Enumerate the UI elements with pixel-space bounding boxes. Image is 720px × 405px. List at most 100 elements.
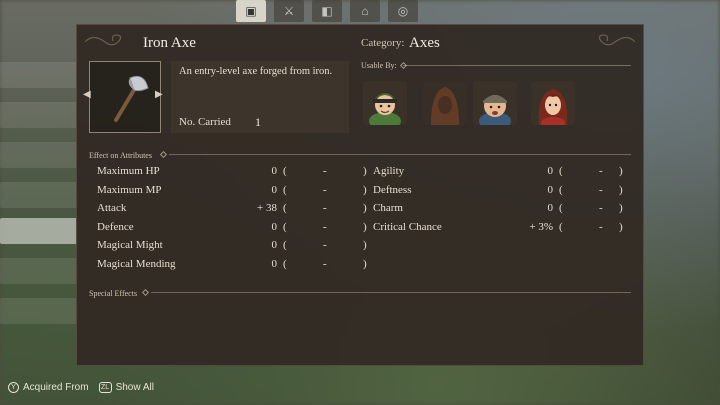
- attribute-name: Maximum MP: [97, 183, 162, 196]
- show-all-label: Show All: [115, 382, 154, 393]
- carried-label: No. Carried: [179, 116, 231, 128]
- portrait-hero-green-hat: [363, 81, 407, 125]
- item-description: An entry-level axe forged from iron.: [179, 66, 333, 77]
- acquired-from-hint[interactable]: Y Acquired From: [8, 382, 89, 393]
- paren-open: (: [559, 220, 563, 233]
- attribute-delta: -: [599, 165, 603, 177]
- attribute-row: Critical Chance + 3% ( -): [373, 221, 629, 237]
- paren-close: ): [363, 165, 367, 177]
- attribute-delta: -: [323, 165, 327, 177]
- category-value: Axes: [409, 35, 440, 51]
- prev-item-arrow-icon[interactable]: ◀: [83, 89, 91, 100]
- bg-menu-item: [0, 258, 78, 284]
- ornament-swirl-icon: [84, 34, 122, 46]
- diamond-icon: [159, 150, 168, 159]
- diamond-icon: [141, 288, 150, 297]
- attribute-name: Defence: [97, 220, 134, 233]
- attribute-delta: -: [323, 239, 327, 252]
- paren-open: (: [283, 202, 287, 215]
- divider: [169, 154, 631, 155]
- accessory-tab-icon[interactable]: ◎: [388, 0, 418, 22]
- attribute-delta: -: [323, 258, 327, 270]
- paren-close: ): [363, 239, 367, 252]
- paren-open: (: [559, 183, 563, 196]
- y-button-icon: Y: [8, 382, 19, 393]
- item-name: Iron Axe: [143, 35, 196, 51]
- paren-close: ): [619, 220, 623, 233]
- paren-close: ): [363, 258, 367, 270]
- paren-open: (: [283, 258, 287, 270]
- paren-close: ): [363, 183, 367, 196]
- attribute-row: Attack + 38 ( -): [97, 202, 373, 218]
- category-label: Category:: [361, 37, 405, 49]
- attribute-delta: -: [599, 202, 603, 215]
- attributes-section-label: Effect on Attributes: [89, 151, 152, 160]
- paren-open: (: [559, 202, 563, 215]
- attribute-delta: -: [323, 202, 327, 215]
- attribute-value: 0: [547, 165, 554, 177]
- attribute-name: Magical Mending: [97, 258, 176, 270]
- bg-menu-item: [0, 218, 78, 244]
- attribute-name: Charm: [373, 202, 403, 215]
- acquired-from-label: Acquired From: [23, 382, 89, 393]
- attribute-row: Agility 0 ( -): [373, 165, 629, 181]
- zl-button-icon: ZL: [98, 382, 112, 393]
- attribute-delta: -: [323, 183, 327, 196]
- divider: [403, 65, 631, 66]
- top-tab-bar: ▣ ⚔ ◧ ⌂ ◎: [236, 0, 418, 24]
- attribute-name: Critical Chance: [373, 220, 442, 233]
- special-effects-label: Special Effects: [89, 289, 138, 298]
- portrait-hooded-character: [423, 81, 467, 125]
- bg-menu-item: [0, 102, 78, 128]
- paren-open: (: [559, 165, 563, 177]
- attribute-name: Magical Might: [97, 239, 163, 252]
- portrait-bandana-character: [473, 81, 517, 125]
- paren-close: ): [619, 165, 623, 177]
- item-icon-frame: [89, 61, 161, 133]
- paren-close: ): [619, 183, 623, 196]
- usable-by-label: Usable By:: [361, 61, 397, 70]
- paren-open: (: [283, 165, 287, 177]
- attribute-row: Maximum MP 0 ( -): [97, 184, 373, 200]
- attribute-delta: -: [599, 220, 603, 233]
- attribute-row: Magical Mending 0 ( -): [97, 258, 373, 274]
- next-item-arrow-icon[interactable]: ▶: [155, 89, 163, 100]
- carried-value: 1: [255, 115, 261, 129]
- attribute-value: 0: [271, 258, 278, 270]
- attribute-row: Deftness 0 ( -): [373, 184, 629, 200]
- attribute-value: 0: [271, 220, 278, 233]
- bag-tab-icon[interactable]: ▣: [236, 0, 266, 22]
- bg-menu-item: [0, 298, 78, 324]
- ornament-swirl-icon: [598, 34, 636, 46]
- bg-menu-item: [0, 62, 78, 88]
- portrait-red-hair-character: [531, 81, 575, 125]
- attribute-row: Defence 0 ( -): [97, 221, 373, 237]
- attribute-row: Magical Might 0 ( -): [97, 239, 373, 255]
- bg-menu-item: [0, 142, 78, 168]
- paren-close: ): [363, 220, 367, 233]
- attribute-value: 0: [271, 183, 278, 196]
- sword-tab-icon[interactable]: ⚔: [274, 0, 304, 22]
- attribute-row: Charm 0 (-): [373, 202, 629, 218]
- axe-icon: [114, 75, 149, 122]
- show-all-hint[interactable]: ZL Show All: [98, 382, 154, 393]
- attribute-value: 0: [547, 183, 554, 196]
- paren-open: (: [283, 183, 287, 196]
- attribute-name: Agility: [373, 165, 405, 177]
- attribute-value: + 3%: [529, 220, 553, 233]
- attribute-name: Maximum HP: [97, 165, 160, 177]
- attribute-delta: -: [599, 183, 603, 196]
- paren-open: (: [283, 220, 287, 233]
- button-hints: Y Acquired From ZL Show All: [8, 382, 164, 393]
- attribute-value: 0: [271, 239, 278, 252]
- paren-open: (: [283, 239, 287, 252]
- attribute-name: Deftness: [373, 183, 412, 196]
- armor-tab-icon[interactable]: ◧: [312, 0, 342, 22]
- attribute-delta: -: [323, 220, 327, 233]
- paren-close: ): [363, 202, 367, 215]
- attribute-name: Attack: [97, 202, 127, 215]
- helmet-tab-icon[interactable]: ⌂: [350, 0, 380, 22]
- item-detail-panel: Iron Axe Category: Axes ◀ ▶ An entry-lev…: [76, 24, 644, 366]
- divider: [151, 292, 631, 293]
- attribute-value: + 38: [257, 202, 277, 215]
